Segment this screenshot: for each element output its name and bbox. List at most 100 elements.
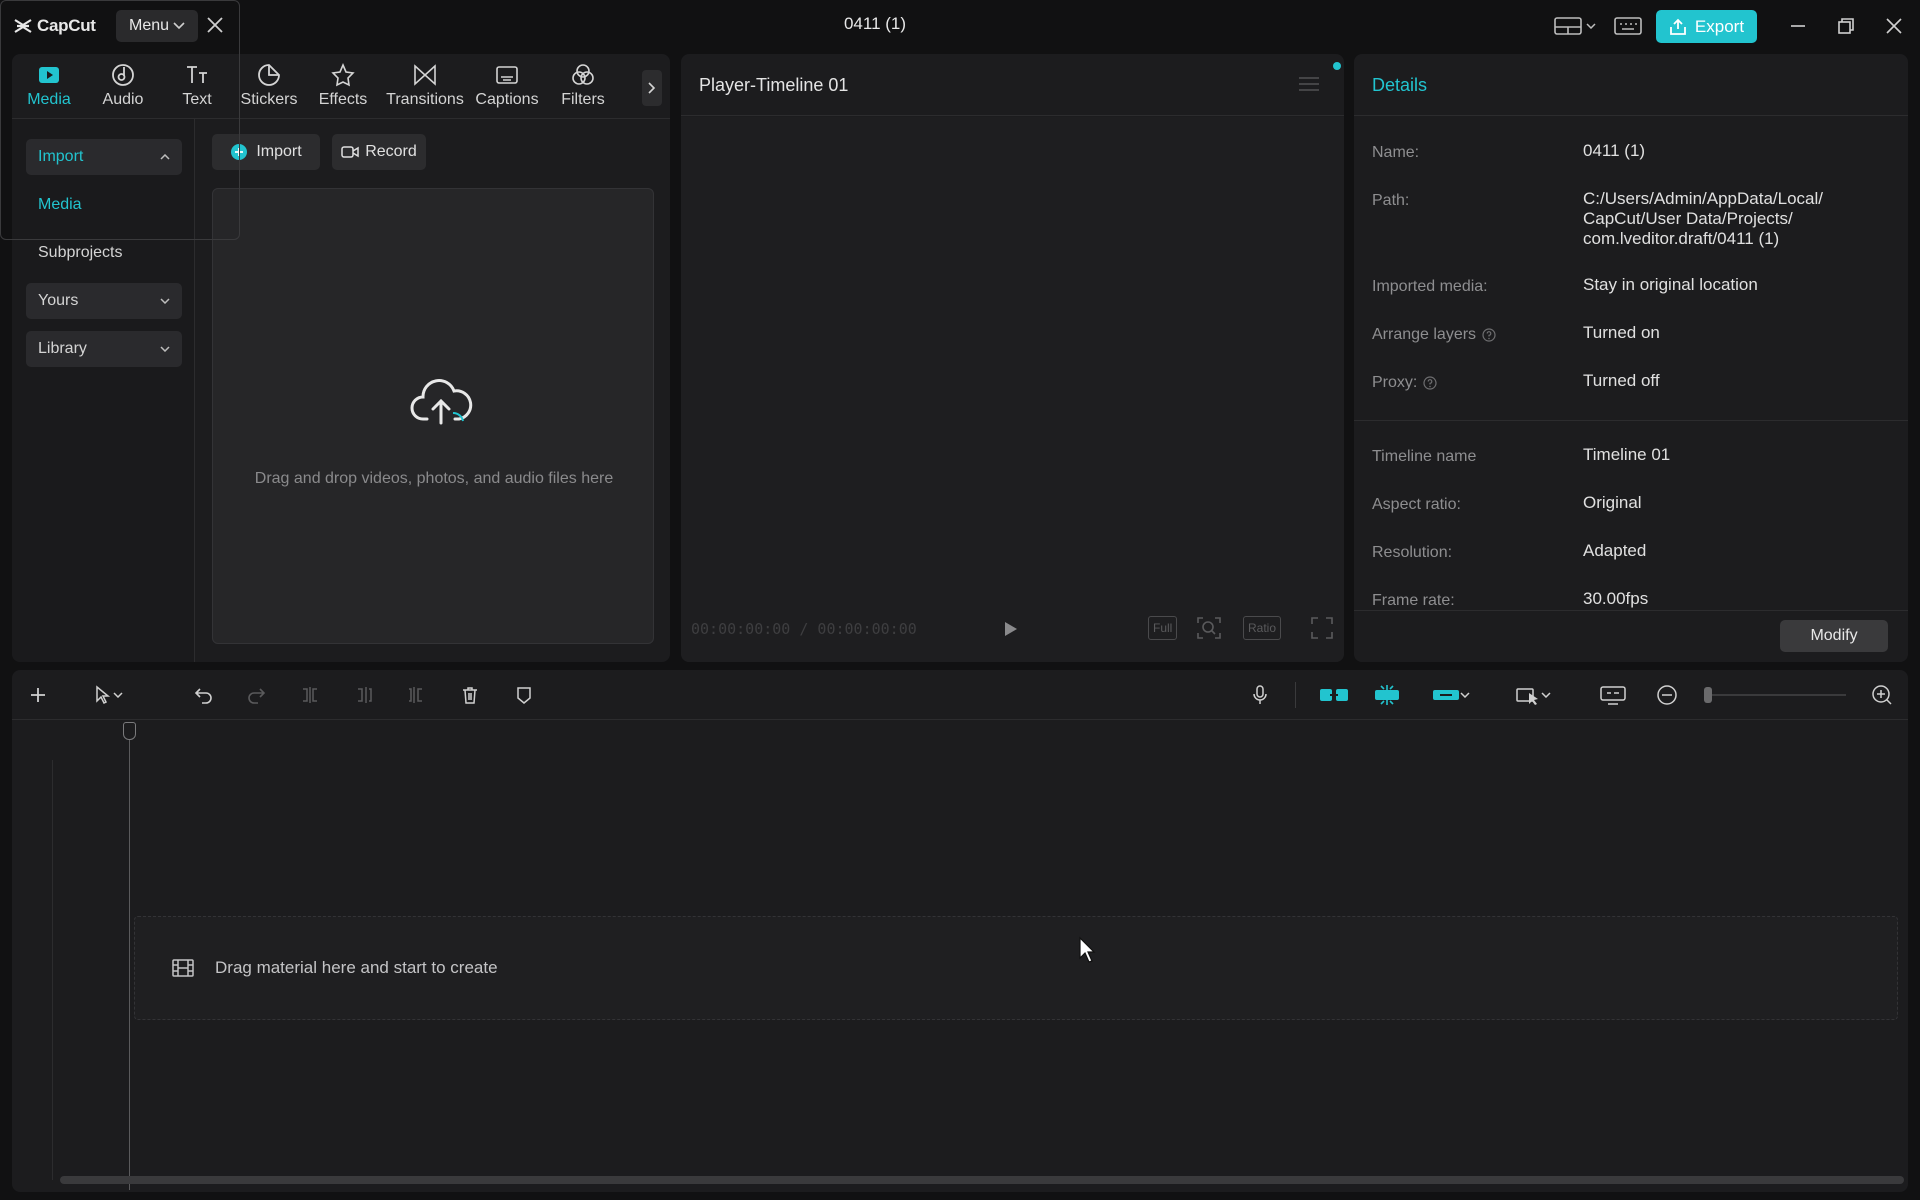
chevron-down-icon	[1586, 23, 1596, 29]
preview-axis-button[interactable]	[1508, 681, 1558, 709]
text-icon	[187, 66, 207, 83]
minimize-icon[interactable]	[1786, 14, 1810, 38]
zoom-in-button[interactable]	[1870, 683, 1894, 707]
menu-button[interactable]: Menu	[116, 10, 198, 42]
ratio-button[interactable]: Ratio	[1243, 616, 1282, 640]
zoom-in-icon	[1872, 685, 1892, 705]
split-left-icon	[358, 687, 372, 703]
sidebar-item-yours[interactable]: Yours	[26, 283, 182, 319]
player-title: Player-Timeline 01	[699, 75, 849, 95]
zoom-fit-icon[interactable]	[1196, 616, 1222, 640]
media-sidebar: Import Media Subprojects Yours Library	[12, 119, 194, 662]
timeline-panel: Drag material here and start to create	[12, 670, 1908, 1192]
app-logo: CapCut	[14, 14, 96, 38]
auto-snap-button[interactable]	[1370, 681, 1404, 709]
full-button[interactable]: Full	[1148, 616, 1178, 640]
split-left-button[interactable]	[352, 683, 376, 707]
redo-button[interactable]	[244, 683, 268, 707]
tabs-scroll-right-button[interactable]	[642, 70, 662, 106]
split-icon	[303, 687, 317, 703]
name-label: Name:	[1372, 144, 1420, 161]
tab-audio[interactable]: Audio	[88, 62, 158, 116]
split-right-button[interactable]	[404, 683, 428, 707]
chevron-down-icon	[173, 22, 185, 30]
split-button[interactable]	[298, 683, 322, 707]
details-panel: Details Name: 0411 (1) Path: C:/Users/Ad…	[1354, 54, 1908, 662]
sidebar-item-subprojects[interactable]: Subprojects	[26, 235, 182, 271]
chevron-down-icon	[113, 692, 123, 698]
sidebar-item-library[interactable]: Library	[26, 331, 182, 367]
project-title: 0411 (1)	[843, 14, 907, 33]
export-icon	[1670, 18, 1686, 35]
restore-icon[interactable]	[1834, 14, 1858, 38]
main-track-magnet-button[interactable]	[1317, 681, 1351, 709]
tab-text-label: Text	[182, 91, 212, 108]
close-menu-icon[interactable]	[204, 14, 226, 36]
chevron-right-icon	[648, 82, 656, 94]
cursor-select-icon	[96, 685, 111, 705]
hamburger-menu-icon[interactable]	[1297, 74, 1321, 94]
arrange-layers-label: Arrange layers	[1372, 326, 1496, 344]
sidebar-item-media[interactable]: Media	[26, 187, 182, 223]
sidebar-item-import[interactable]: Import	[26, 139, 182, 175]
export-button[interactable]: Export	[1656, 10, 1757, 43]
resolution-label: Resolution:	[1372, 544, 1453, 561]
record-button[interactable]: Record	[332, 134, 426, 170]
plus-circle-icon	[231, 144, 248, 160]
select-tool-button[interactable]	[86, 683, 130, 707]
tab-captions[interactable]: Captions	[472, 62, 542, 116]
shield-marker-icon	[517, 687, 531, 704]
timeline-name-value: Timeline 01	[1583, 445, 1671, 464]
import-button[interactable]: Import	[212, 134, 320, 170]
player-panel: Player-Timeline 01 00:00:00:00 / 00:00:0…	[681, 54, 1344, 662]
help-icon[interactable]	[1423, 376, 1437, 390]
marker-button[interactable]	[512, 683, 536, 707]
keyboard-shortcuts-icon[interactable]	[1614, 14, 1642, 38]
modify-button[interactable]: Modify	[1780, 620, 1888, 652]
zoom-slider-handle[interactable]	[1704, 687, 1712, 703]
camera-icon	[341, 146, 359, 158]
tab-text[interactable]: Text	[162, 62, 232, 116]
tab-transitions[interactable]: Transitions	[386, 62, 464, 116]
preview-quality-button[interactable]	[1598, 683, 1628, 707]
undo-button[interactable]	[192, 683, 216, 707]
layout-button[interactable]	[1554, 14, 1602, 38]
close-window-icon[interactable]	[1882, 14, 1906, 38]
help-icon[interactable]	[1482, 328, 1496, 342]
media-dropzone[interactable]: Drag and drop videos, photos, and audio …	[212, 188, 654, 644]
zoom-out-icon	[1657, 685, 1677, 705]
aspect-ratio-label: Aspect ratio:	[1372, 496, 1461, 513]
tab-audio-label: Audio	[102, 91, 144, 108]
add-track-button[interactable]	[26, 683, 50, 707]
chevron-down-icon	[160, 346, 170, 352]
proxy-label: Proxy:	[1372, 374, 1437, 392]
linkage-button[interactable]	[1426, 681, 1476, 709]
tab-media-label: Media	[27, 91, 71, 108]
tab-effects[interactable]: Effects	[308, 62, 378, 116]
capcut-logo-icon	[14, 19, 32, 33]
play-icon[interactable]	[999, 618, 1021, 640]
layout-icon	[1554, 17, 1582, 35]
record-audio-button[interactable]	[1248, 683, 1272, 707]
player-timecode: 00:00:00:00 / 00:00:00:00	[691, 620, 917, 638]
timeline-horizontal-scrollbar[interactable]	[60, 1176, 1904, 1184]
fullscreen-icon[interactable]	[1310, 616, 1334, 640]
tab-stickers-label: Stickers	[240, 91, 298, 108]
zoom-slider-track[interactable]	[1706, 694, 1846, 696]
tab-stickers[interactable]: Stickers	[234, 62, 304, 116]
import-button-label: Import	[256, 143, 302, 160]
app-logo-text: CapCut	[37, 16, 96, 35]
media-icon	[39, 67, 59, 83]
playhead-handle[interactable]	[123, 722, 136, 740]
delete-button[interactable]	[458, 683, 482, 707]
tab-filters[interactable]: Filters	[548, 62, 618, 116]
zoom-out-button[interactable]	[1655, 683, 1679, 707]
preview-axis-icon	[1516, 688, 1538, 705]
tab-effects-label: Effects	[318, 91, 368, 108]
main-track-dropzone[interactable]: Drag material here and start to create	[134, 916, 1898, 1020]
tab-media[interactable]: Media	[14, 62, 84, 116]
tab-filters-label: Filters	[561, 91, 605, 108]
chevron-up-icon	[160, 154, 170, 160]
playhead-line[interactable]	[129, 740, 130, 1190]
redo-icon	[248, 688, 266, 704]
